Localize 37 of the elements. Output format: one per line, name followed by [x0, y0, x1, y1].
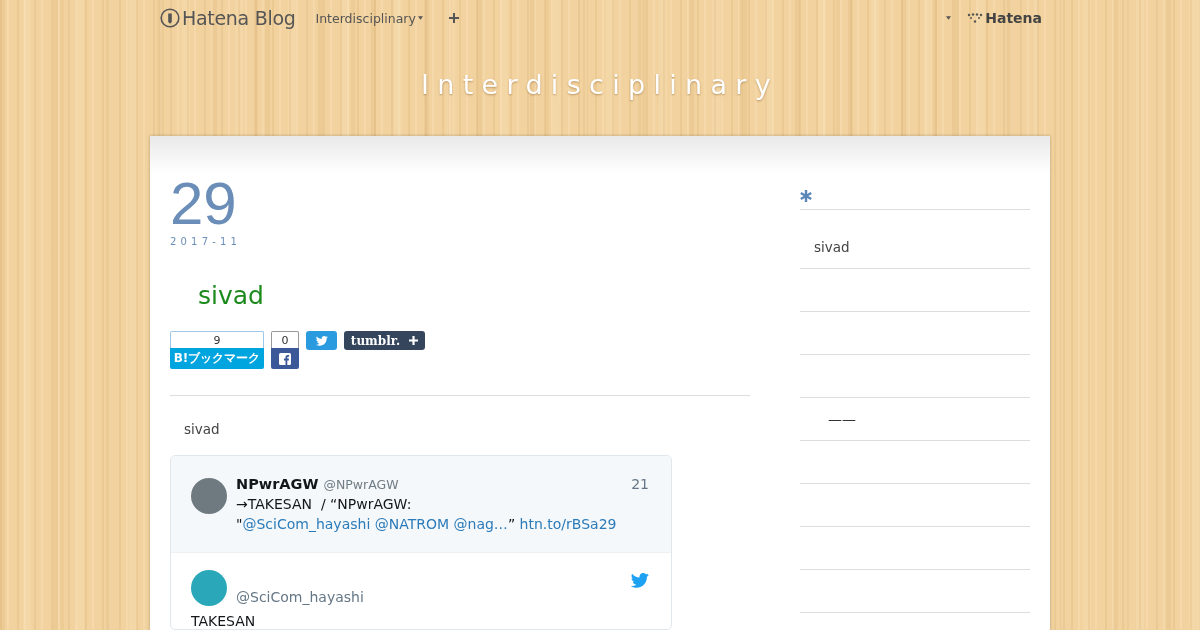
- tweet-author-handle: @NPwrAGW: [323, 477, 399, 492]
- twitter-share-button[interactable]: [306, 331, 337, 350]
- tweet-link[interactable]: htn.to/rBSa29: [519, 516, 617, 532]
- entry-title[interactable]: sivad: [198, 281, 264, 311]
- tweet-link[interactable]: @SciCom_hayashi: [242, 516, 371, 532]
- facebook-count: 0: [271, 331, 299, 348]
- tumblr-share-button[interactable]: tumblr.: [344, 331, 425, 350]
- tweet-link[interactable]: @NATROM: [374, 516, 450, 532]
- dotted-face-icon: [967, 13, 984, 23]
- sidebar-link[interactable]: sivad: [814, 239, 850, 255]
- bird-icon: [315, 335, 328, 346]
- sidebar-dash-text: ——: [828, 411, 856, 427]
- tweet-author-name: NPwrAGW: [236, 476, 319, 492]
- bookmark-count: 9: [170, 331, 264, 348]
- tweet-text: TAKESAN: [191, 613, 256, 629]
- plus-icon[interactable]: [448, 13, 459, 23]
- entry-day: 29: [170, 176, 237, 232]
- facebook-icon: [279, 352, 291, 365]
- bookmark-button[interactable]: B!ブックマーク: [170, 348, 264, 369]
- quoted-tweet-text: →TAKESAN / “NPwrAGW: "@SciCom_hayashi @NATROM @nag…” htn.to/rBSa29: [236, 495, 618, 534]
- brand-logo-link[interactable]: Hatena: [967, 10, 1042, 26]
- blog-logo-link[interactable]: Hatena Blog: [160, 7, 296, 29]
- tweet-author-handle: @SciCom_hayashi: [236, 588, 364, 606]
- tweet-time: 21: [631, 476, 649, 492]
- plus-icon: [409, 336, 419, 345]
- caret-icon: [417, 16, 423, 20]
- pen-circle-icon: [160, 8, 180, 28]
- caret-icon[interactable]: [946, 16, 952, 20]
- tweet-link[interactable]: @nag…: [453, 516, 508, 532]
- facebook-button[interactable]: [271, 348, 299, 369]
- avatar-photo-placeholder: [191, 570, 227, 606]
- asterisk-icon: [800, 190, 812, 202]
- blog-menu-dropdown[interactable]: Interdisciplinary: [315, 10, 423, 26]
- entry-body-text: sivad: [184, 420, 220, 438]
- twitter-bird-icon[interactable]: [631, 573, 649, 588]
- entry-year-month: 2017-11: [170, 236, 242, 247]
- avatar-photo-placeholder: [191, 478, 227, 514]
